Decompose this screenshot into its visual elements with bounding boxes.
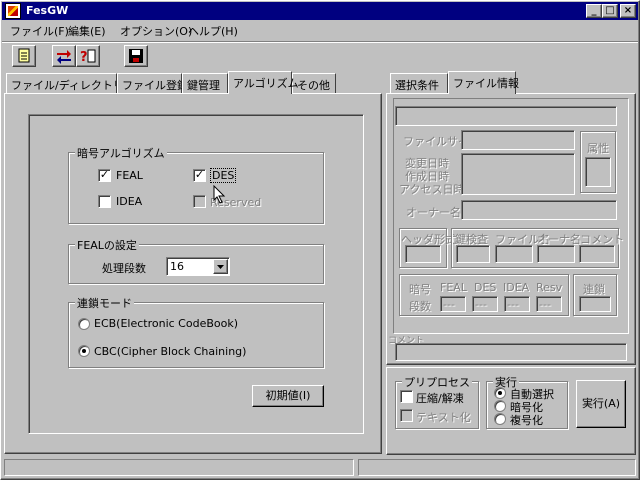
toolbar-transfer-button[interactable]: [52, 45, 76, 67]
algo-resv-label: Resv: [536, 281, 563, 294]
dates-field: [461, 153, 575, 195]
window-title: FesGW: [26, 4, 69, 17]
tab-selection-criteria[interactable]: 選択条件: [390, 73, 448, 93]
des-stages-field: ---: [472, 296, 498, 312]
text-convert-label: テキスト化: [416, 411, 471, 424]
minimize-button[interactable]: _: [586, 4, 602, 18]
cbc-radio[interactable]: [78, 345, 90, 357]
cbc-label: CBC(Cipher Block Chaining): [94, 345, 247, 358]
compress-checkbox[interactable]: [400, 390, 413, 403]
feal-stages-field: ---: [440, 296, 466, 312]
file-size-field: [461, 130, 575, 150]
file-path-field: [395, 106, 617, 126]
chain-info-field: [579, 296, 611, 312]
stages-select[interactable]: 16: [166, 257, 230, 276]
transfer-icon: [56, 48, 72, 64]
cipher-algorithm-title: 暗号アルゴリズム: [75, 145, 167, 161]
des-label: DES: [210, 168, 237, 183]
toolbar-help-button[interactable]: ?: [76, 45, 100, 67]
algo-idea-label: IDEA: [503, 281, 530, 294]
encrypt-radio[interactable]: [494, 400, 506, 412]
comment-col-field: [579, 245, 615, 263]
status-bar-left: [4, 459, 354, 476]
stages-label: 処理段数: [102, 262, 146, 275]
ecb-radio[interactable]: [78, 318, 90, 330]
comment-field: [395, 343, 627, 361]
help-icon: ?: [80, 48, 96, 65]
compress-label: 圧縮/解凍: [416, 392, 464, 405]
owner-name-field: [537, 245, 575, 263]
idea-checkbox[interactable]: [98, 195, 111, 208]
auto-select-radio[interactable]: [494, 387, 506, 399]
owner-field: [461, 200, 617, 220]
attribute-field: [585, 157, 611, 187]
menu-help[interactable]: ヘルプ(H): [188, 23, 238, 39]
chain-info-label: 連鎖: [583, 283, 605, 296]
execute-button[interactable]: 実行(A): [576, 380, 626, 428]
stages-value: 16: [170, 260, 184, 273]
close-button[interactable]: ×: [620, 4, 636, 18]
feal-settings-title: FEALの設定: [75, 237, 139, 253]
tab-file-info[interactable]: ファイル情報: [448, 71, 519, 94]
disk-icon: [128, 48, 144, 64]
tab-file-register[interactable]: ファイル登録: [117, 73, 188, 93]
initial-values-button[interactable]: 初期値(I): [252, 385, 324, 407]
tab-key-management[interactable]: 鍵管理: [182, 73, 228, 93]
menu-file[interactable]: ファイル(F): [10, 23, 69, 39]
owner-label: オーナー名: [406, 206, 461, 219]
feal-stages-value: ---: [443, 298, 455, 311]
resv-stages-field: ---: [536, 296, 562, 312]
file-name-field: [495, 245, 533, 263]
maximize-button[interactable]: □: [602, 4, 618, 18]
decrypt-radio[interactable]: [494, 413, 506, 425]
title-bar[interactable]: FesGW _ □ ×: [2, 2, 638, 20]
svg-text:?: ?: [80, 50, 88, 64]
cipher-algorithm-group: 暗号アルゴリズム: [68, 145, 324, 224]
menu-options[interactable]: オプション(O): [120, 23, 192, 39]
text-convert-checkbox: [400, 409, 413, 422]
idea-stages-value: ---: [507, 298, 519, 311]
ecb-label: ECB(Electronic CodeBook): [94, 317, 239, 330]
status-bar-right: [358, 459, 636, 476]
idea-stages-field: ---: [504, 296, 530, 312]
mouse-cursor-icon: [213, 184, 227, 208]
tab-file-dir-select[interactable]: ファイル/ディレクトリ選択: [6, 73, 146, 93]
menu-bar: ファイル(F) 編集(E) オプション(O) ヘルプ(H): [2, 20, 638, 39]
chain-mode-group: 連鎖モード: [68, 295, 324, 368]
toolbar-disk-button[interactable]: [124, 45, 148, 67]
toolbar: ?: [2, 41, 638, 69]
accessed-label: アクセス日時: [399, 183, 465, 196]
feal-label: FEAL: [116, 169, 143, 182]
preprocess-title: プリプロセス: [402, 374, 472, 390]
idea-label: IDEA: [116, 195, 143, 208]
chevron-down-icon[interactable]: [213, 259, 228, 274]
header-format-field: [405, 245, 441, 263]
cipher-label: 暗号: [409, 283, 431, 296]
feal-checkbox[interactable]: ✓: [98, 169, 111, 182]
key-check-field: [456, 245, 490, 263]
des-checkbox[interactable]: ✓: [193, 169, 206, 182]
algo-des-label: DES: [474, 281, 497, 294]
chain-mode-title: 連鎖モード: [75, 295, 134, 311]
document-icon: [16, 48, 32, 64]
toolbar-document-button[interactable]: [12, 45, 36, 67]
algo-feal-label: FEAL: [440, 281, 467, 294]
des-stages-value: ---: [475, 298, 487, 311]
reserved-checkbox: [193, 195, 206, 208]
tab-algorithm[interactable]: アルゴリズム: [228, 71, 299, 94]
app-icon[interactable]: [5, 3, 21, 19]
resv-stages-value: ---: [539, 298, 551, 311]
stages-row-label: 段数: [409, 300, 431, 313]
attribute-label: 属性: [587, 142, 609, 155]
decrypt-label: 複号化: [510, 414, 543, 427]
menu-edit[interactable]: 編集(E): [68, 23, 106, 39]
